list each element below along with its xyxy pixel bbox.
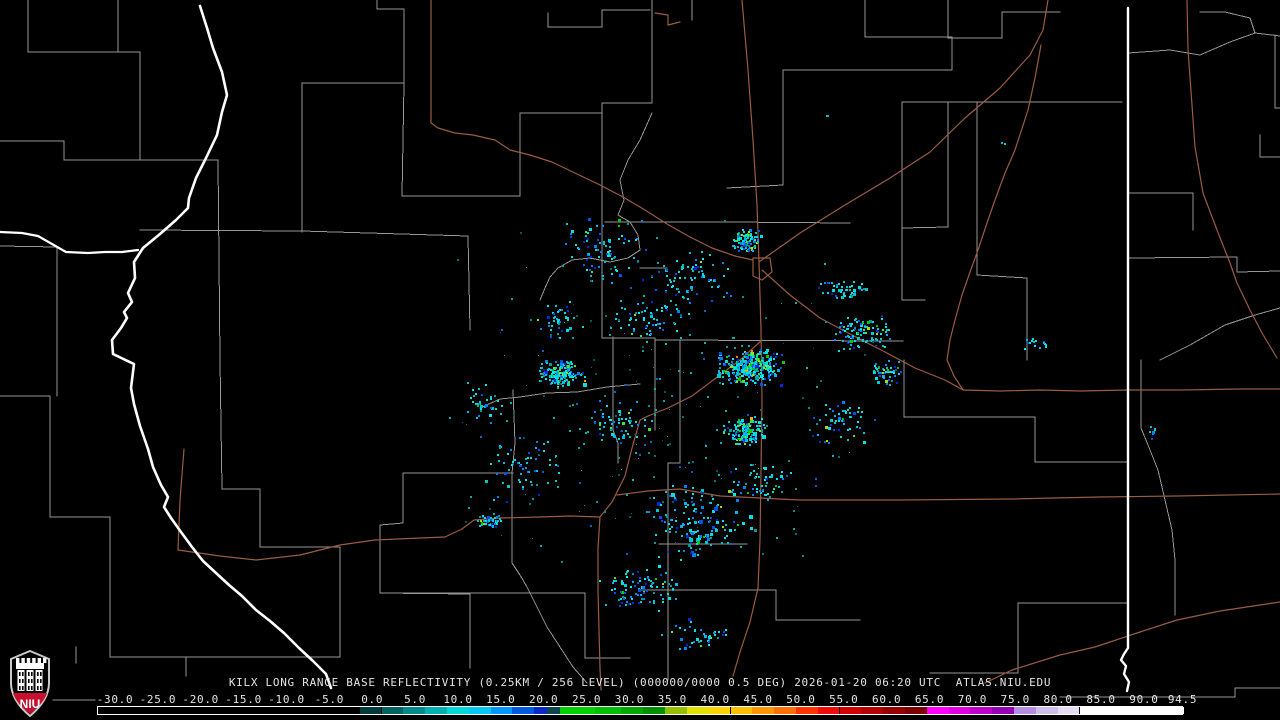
colorbar-tick-label: -10.0 bbox=[268, 693, 305, 706]
colorbar-tick-label: 90.0 bbox=[1129, 693, 1159, 706]
colorbar-tick-label: 75.0 bbox=[1000, 693, 1030, 706]
radar-viewer: KILX LONG RANGE BASE REFLECTIVITY (0.25K… bbox=[0, 0, 1280, 720]
colorbar-tick-label: -20.0 bbox=[182, 693, 219, 706]
radar-map bbox=[0, 0, 1280, 720]
niu-logo-text: NIU bbox=[20, 697, 41, 711]
radar-map-canvas bbox=[0, 0, 1280, 720]
colorbar-gradient bbox=[98, 707, 1185, 714]
colorbar-tick-label: 30.0 bbox=[614, 693, 645, 706]
colorbar-tick-label: 35.0 bbox=[657, 693, 687, 706]
colorbar-tick-label: 45.0 bbox=[743, 693, 773, 706]
colorbar-tick-label: -15.0 bbox=[225, 693, 262, 706]
colorbar-tick-label: 55.0 bbox=[829, 693, 859, 706]
colorbar-tick-label: 70.0 bbox=[957, 693, 988, 706]
colorbar-tick-label: 94.5 bbox=[1167, 693, 1198, 706]
colorbar-labels: -30.0 -25.0 -20.0 -15.0 -10.0 -5.0 0.0 5.0 10.0 1… bbox=[0, 693, 1280, 706]
colorbar-tick-label: 40.0 bbox=[700, 693, 730, 706]
colorbar-tick-label: -25.0 bbox=[139, 693, 177, 706]
product-title: KILX LONG RANGE BASE REFLECTIVITY (0.25K… bbox=[228, 676, 1052, 689]
colorbar-tick-label: -5.0 bbox=[314, 693, 345, 706]
colorbar-tick-label: 15.0 bbox=[486, 693, 516, 706]
colorbar-tick-label: 10.0 bbox=[443, 693, 473, 706]
colorbar-tick-label: 5.0 bbox=[404, 693, 427, 706]
colorbar-tick-label: 25.0 bbox=[571, 693, 602, 706]
colorbar-tick-label: -30.0 bbox=[96, 693, 134, 706]
colorbar-tick-label: 80.0 bbox=[1043, 693, 1073, 706]
colorbar-tick-label: 65.0 bbox=[914, 693, 945, 706]
colorbar-tick-label: 85.0 bbox=[1086, 693, 1116, 706]
colorbar bbox=[97, 706, 1185, 715]
colorbar-tick-label: 20.0 bbox=[529, 693, 559, 706]
colorbar-tick-label: 0.0 bbox=[361, 693, 384, 706]
colorbar-tick-label: 50.0 bbox=[786, 693, 816, 706]
colorbar-tick-label: 60.0 bbox=[872, 693, 902, 706]
niu-logo: NIU bbox=[10, 650, 50, 718]
